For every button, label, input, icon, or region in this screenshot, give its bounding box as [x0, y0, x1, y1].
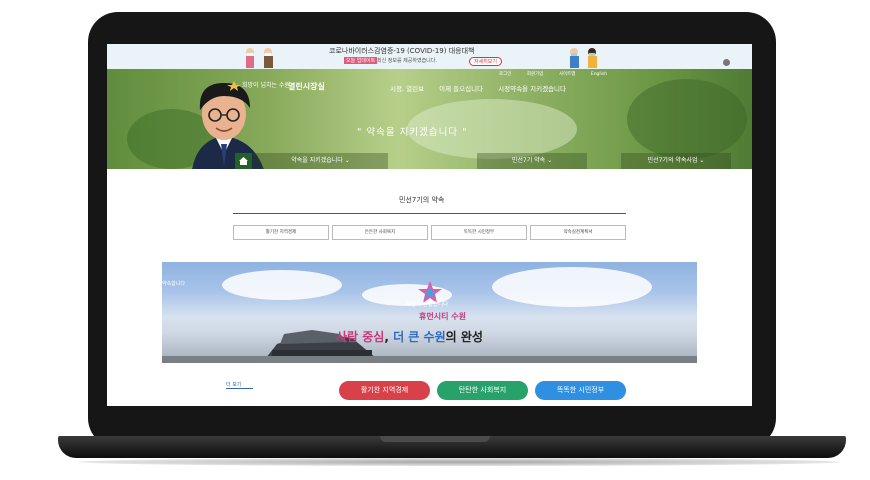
- cloud: [222, 270, 342, 300]
- photo-slogan: 사람 중심, 더 큰 수원의 완성: [336, 330, 483, 344]
- tab-plan[interactable]: 약속실천계획서: [530, 225, 626, 240]
- pill-government-button[interactable]: 똑똑한 시민정부: [535, 381, 626, 400]
- promise-banner-image: 약속합니다 사람이 반갑습니다 휴먼시티 수원 사람 중심, 더 큰 수원의 완…: [162, 262, 697, 363]
- covid-subtitle: 최신 정보를 제공하였습니다.: [377, 58, 437, 64]
- section-divider: [233, 213, 626, 214]
- covid-update-tag: 오늘 업데이트: [344, 57, 378, 64]
- promise-tabs: 활기찬 지역경제 든든한 사회복지 똑똑한 시민정부 약속실천계획서: [233, 225, 626, 240]
- photo-mid-text: 휴먼시티 수원: [419, 312, 466, 321]
- covid-title: 코로나바이러스감염증-19 (COVID-19) 대응대책: [329, 47, 475, 55]
- main-nav: 시정, 열린보 이제 들으십니다 시정약속을 지키겠습니다: [390, 83, 579, 93]
- hero-slogan: " 약속을 지키겠습니다 ": [357, 127, 468, 138]
- util-link-join[interactable]: 회원가입: [527, 72, 544, 77]
- home-icon[interactable]: [235, 153, 252, 169]
- hero-bokeh: [627, 79, 747, 159]
- close-icon[interactable]: [723, 59, 730, 66]
- masked-people-illustration: [246, 48, 273, 68]
- slogan-part: 사람 중심: [336, 330, 385, 344]
- nav-item[interactable]: 시정약속을 지키겠습니다: [498, 85, 566, 93]
- logo-title[interactable]: 열린시장실: [288, 81, 325, 92]
- cloud: [492, 267, 652, 307]
- slogan-part: 의 완성: [445, 330, 483, 344]
- hero-header: 로그인 회원가입 사이트맵 English 희망이 넘치는 수원 열린시장실 시…: [107, 69, 752, 169]
- masked-people-illustration: [570, 48, 597, 68]
- covid-banner[interactable]: 코로나바이러스감염증-19 (COVID-19) 대응대책 오늘 업데이트 최신…: [107, 44, 752, 69]
- laptop-notch: [380, 436, 490, 442]
- nav-item[interactable]: 시정, 열린보: [390, 85, 424, 93]
- city-logo-icon: [227, 81, 241, 91]
- util-link-login[interactable]: 로그인: [499, 72, 511, 77]
- logo-text[interactable]: 희망이 넘치는 수원: [242, 80, 290, 89]
- util-link-sitemap[interactable]: 사이트맵: [559, 72, 576, 77]
- photo-tag: 약속합니다: [162, 281, 186, 287]
- tab-welfare[interactable]: 든든한 사회복지: [332, 225, 428, 240]
- pill-economy-button[interactable]: 활기찬 지역경제: [339, 381, 430, 400]
- section-title: 민선7기의 약속: [399, 196, 445, 204]
- subnav-item-3[interactable]: 민선7기의 약속사업 ⌄: [621, 153, 731, 169]
- photo-small-text: 사람이 반갑습니다: [406, 302, 449, 308]
- slogan-part: 더 큰 수원: [393, 330, 446, 344]
- tab-government[interactable]: 똑똑한 시민정부: [431, 225, 527, 240]
- tab-economy[interactable]: 활기찬 지역경제: [233, 225, 329, 240]
- laptop-shadow: [80, 458, 840, 466]
- util-link-english[interactable]: English: [591, 72, 607, 77]
- covid-detail-button[interactable]: 자세히보기: [469, 57, 503, 66]
- nav-item[interactable]: 이제 들으십니다: [439, 85, 483, 93]
- more-link[interactable]: 더 보기: [226, 381, 254, 389]
- subnav-item-2[interactable]: 민선7기 약속 ⌄: [477, 153, 587, 169]
- utility-nav: 로그인 회원가입 사이트맵 English: [499, 71, 621, 77]
- browser-screen: 코로나바이러스감염증-19 (COVID-19) 대응대책 오늘 업데이트 최신…: [107, 44, 752, 406]
- pill-welfare-button[interactable]: 탄탄한 사회복지: [437, 381, 528, 400]
- sub-nav: 약속을 지키겠습니다 ⌄ 민선7기 약속 ⌄ 민선7기의 약속사업 ⌄: [231, 153, 731, 169]
- subnav-item-1[interactable]: 약속을 지키겠습니다 ⌄: [253, 153, 388, 169]
